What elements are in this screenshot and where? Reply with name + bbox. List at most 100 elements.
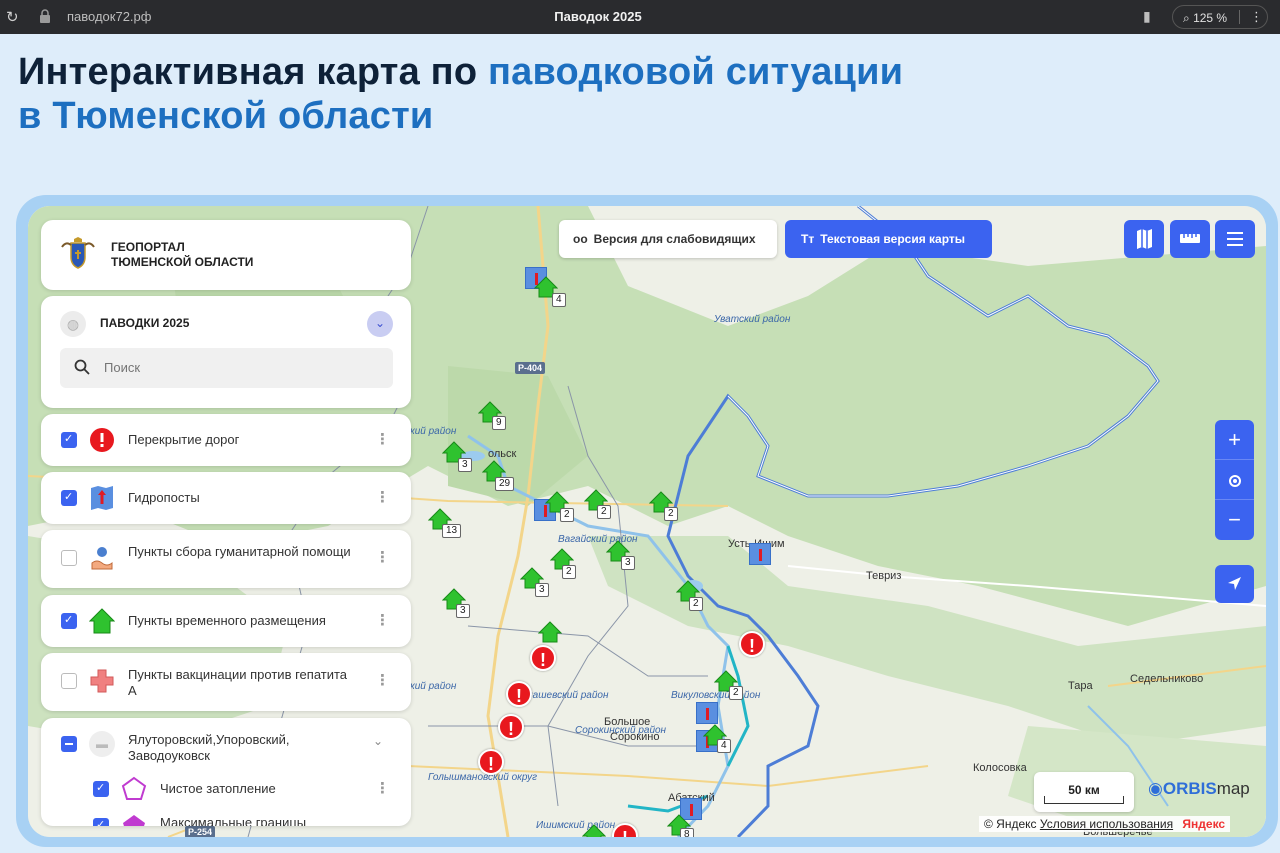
copyright-text: © Яндекс [984, 817, 1037, 831]
layer-checkbox[interactable] [61, 490, 77, 506]
target-icon [1228, 475, 1241, 488]
road-number: Р-254 [185, 826, 216, 837]
project-selector: ◍ ПАВОДКИ 2025 ⌄ [41, 296, 411, 408]
low-vision-label: Версия для слабовидящих [593, 232, 756, 246]
map-label: кий район [410, 681, 457, 692]
more-options-icon[interactable]: ⋮ [375, 611, 390, 629]
project-title: ПАВОДКИ 2025 [100, 316, 190, 330]
layer-item-temporary-shelters[interactable]: Пункты временного размещения ⋮ [41, 595, 411, 647]
road-closure-marker[interactable]: ! [739, 631, 765, 657]
more-options-icon[interactable]: ⋮ [375, 488, 390, 506]
shelter-count: 3 [456, 604, 470, 618]
layer-label: Перекрытие дорог [128, 432, 240, 447]
layer-label: Пункты вакцинации против гепатита А [128, 667, 348, 698]
map-attribution: © Яндекс Условия использования Яндекс [979, 816, 1231, 832]
map-layers-button[interactable] [1124, 220, 1164, 258]
map-label: Голышмановский округ [428, 772, 538, 783]
org-name-line2: ТЮМЕНСКОЙ ОБЛАСТИ [111, 255, 254, 269]
ruler-button[interactable] [1170, 220, 1210, 258]
title-accent: паводковой ситуации [488, 51, 904, 93]
shelter-count: 13 [442, 524, 462, 538]
map-scale: 50 км [1034, 772, 1134, 812]
zoom-in-button[interactable]: + [1215, 420, 1254, 460]
shelter-count: 4 [717, 739, 731, 753]
orbis-logo: ◉ORBISmap [1148, 779, 1250, 799]
title-line2: в Тюменской области [18, 95, 434, 137]
navigate-button[interactable] [1215, 565, 1254, 603]
more-options-icon[interactable]: ⋮ [375, 430, 390, 448]
layer-checkbox[interactable] [61, 432, 77, 448]
layer-item-road-closures[interactable]: Перекрытие дорог ⋮ [41, 414, 411, 466]
shelter-count: 8 [680, 828, 694, 837]
shelter-marker[interactable] [582, 824, 606, 837]
road-closure-marker[interactable]: ! [530, 645, 556, 671]
zoom-out-button[interactable]: − [1215, 500, 1254, 540]
shelter-count: 3 [535, 583, 549, 597]
shelter-count: 2 [664, 507, 678, 521]
hydropost-marker[interactable] [749, 543, 771, 565]
layer-checkbox[interactable] [61, 550, 77, 566]
orbis-brand: ORBIS [1162, 779, 1217, 798]
hydropost-marker[interactable] [696, 702, 718, 724]
center-location-button[interactable] [1215, 460, 1254, 500]
layer-item-hydroposts[interactable]: Гидропосты ⋮ [41, 472, 411, 524]
terms-link[interactable]: Условия использования [1040, 817, 1173, 831]
scale-label: 50 км [1068, 783, 1100, 797]
layer-group-yalutorovsky[interactable]: ▬ Ялуторовский,Упоровский, Заводоуковск … [41, 718, 411, 826]
shelter-count: 4 [552, 293, 566, 307]
more-options-icon[interactable]: ⋮ [375, 671, 390, 689]
navigation-arrow-icon [1228, 577, 1241, 590]
search-input[interactable] [104, 360, 384, 375]
shelter-house-icon [89, 608, 115, 634]
browser-toolbar: ↻ паводок72.рф Паводок 2025 ▮ ⌕ 125 % ⋮ [0, 0, 1280, 34]
bookmark-icon[interactable]: ▮ [1143, 8, 1151, 25]
scale-bar [1044, 796, 1124, 804]
map-label: Тара [1068, 680, 1093, 692]
menu-button[interactable] [1215, 220, 1255, 258]
shelter-count: 29 [495, 477, 515, 491]
zoom-indicator[interactable]: ⌕ 125 % ⋮ [1172, 5, 1268, 29]
chevron-down-icon[interactable]: ⌄ [373, 734, 383, 748]
road-closure-marker[interactable]: ! [478, 749, 504, 775]
glasses-icon: oo [573, 232, 588, 246]
road-closure-marker[interactable]: ! [498, 714, 524, 740]
shelter-count: 2 [560, 508, 574, 522]
geoportal-header: ГЕОПОРТАЛ ТЮМЕНСКОЙ ОБЛАСТИ [41, 220, 411, 290]
low-vision-button[interactable]: oo Версия для слабовидящих [559, 220, 777, 258]
zoom-level: 125 % [1193, 11, 1228, 25]
org-name-line1: ГЕОПОРТАЛ [111, 240, 185, 254]
search-icon [74, 359, 90, 375]
road-closure-marker[interactable]: ! [506, 681, 532, 707]
shelter-count: 2 [562, 565, 576, 579]
shelter-count: 3 [621, 556, 635, 570]
zoom-icon: ⌕ [1183, 11, 1190, 25]
chevron-down-icon[interactable]: ⌄ [367, 311, 393, 337]
map-label: Тевриз [866, 570, 902, 582]
zoom-controls: + − [1215, 420, 1254, 540]
shelter-marker[interactable] [538, 621, 562, 643]
coat-of-arms-icon [61, 237, 95, 269]
layer-label: Пункты сбора гуманитарной помощи [128, 544, 351, 559]
text-version-button[interactable]: Tт Текстовая версия карты [785, 220, 992, 258]
more-options-icon[interactable]: ⋮ [375, 548, 390, 566]
divider [1239, 10, 1240, 24]
layer-item-aid-collection[interactable]: Пункты сбора гуманитарной помощи ⋮ [41, 530, 411, 588]
more-options-icon[interactable]: ⋮ [375, 779, 390, 797]
layer-checkbox[interactable] [61, 673, 77, 689]
more-menu-icon[interactable]: ⋮ [1250, 9, 1263, 25]
sublayer-checkbox[interactable] [93, 781, 109, 797]
layer-checkbox[interactable] [61, 613, 77, 629]
map-label: Колосовка [973, 762, 1027, 774]
map-label: Сорокино [610, 731, 660, 743]
shelter-count: 2 [597, 505, 611, 519]
text-version-label: Текстовая версия карты [820, 232, 966, 246]
layer-item-vaccination[interactable]: Пункты вакцинации против гепатита А ⋮ [41, 653, 411, 711]
group-checkbox[interactable] [61, 736, 77, 752]
road-closure-icon [90, 428, 114, 452]
folder-icon: ▬ [89, 731, 115, 757]
text-size-icon: Tт [801, 232, 815, 246]
orbis-suffix: map [1216, 779, 1250, 798]
shelter-count: 2 [689, 597, 703, 611]
polygon-filled-icon [123, 815, 145, 826]
sublayer-checkbox[interactable] [93, 818, 109, 826]
